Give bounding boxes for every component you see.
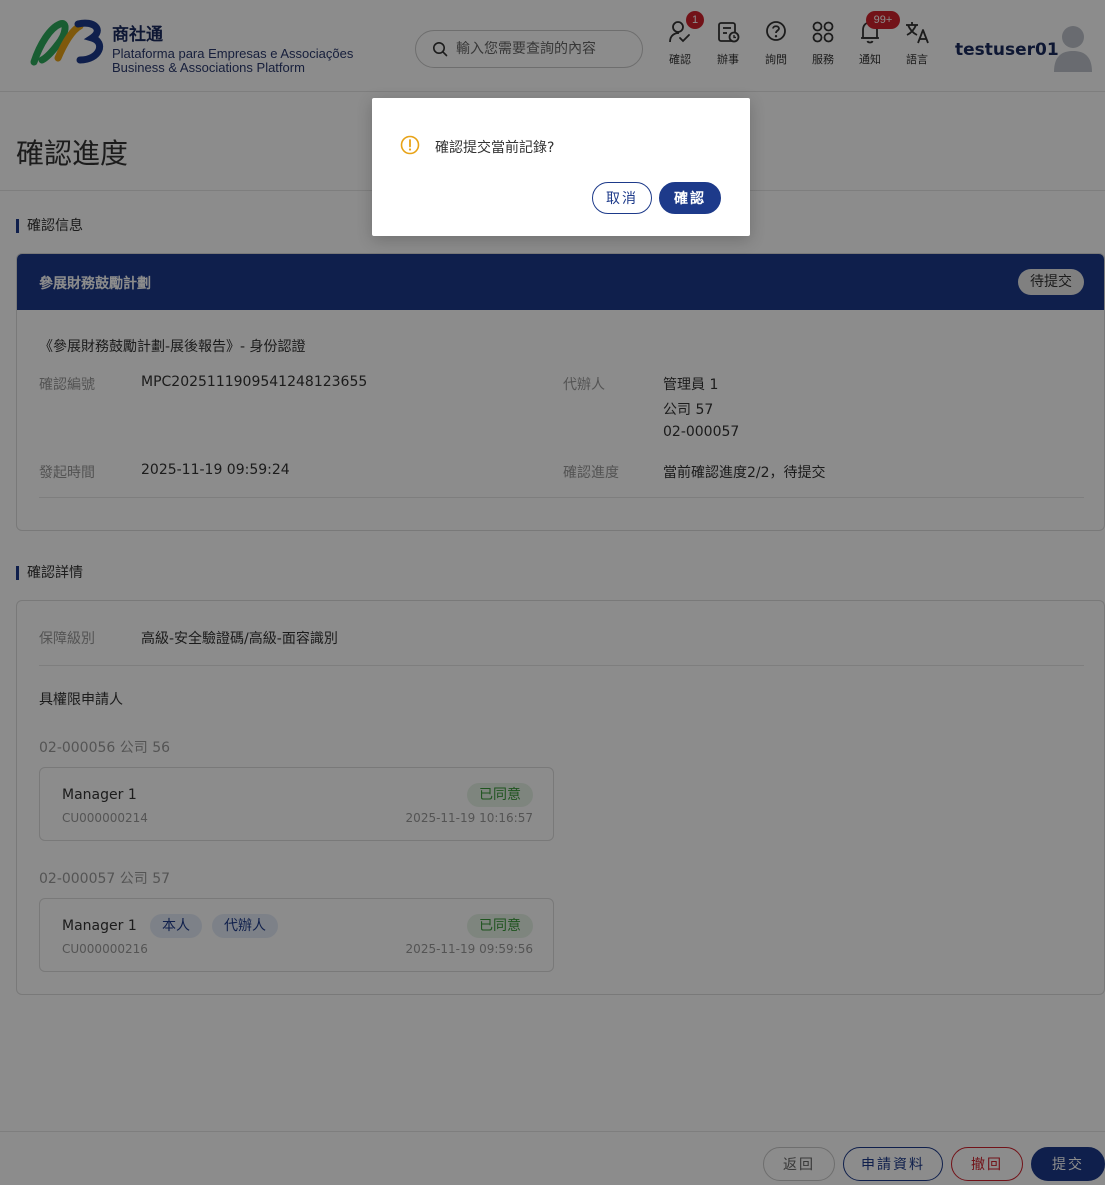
confirm-button[interactable]: 確認 [659,182,721,214]
cancel-button[interactable]: 取消 [592,182,652,214]
confirm-dialog: 確認提交當前記錄? 取消 確認 [372,98,750,236]
dialog-message: 確認提交當前記錄? [435,140,555,156]
warning-icon [400,135,420,155]
